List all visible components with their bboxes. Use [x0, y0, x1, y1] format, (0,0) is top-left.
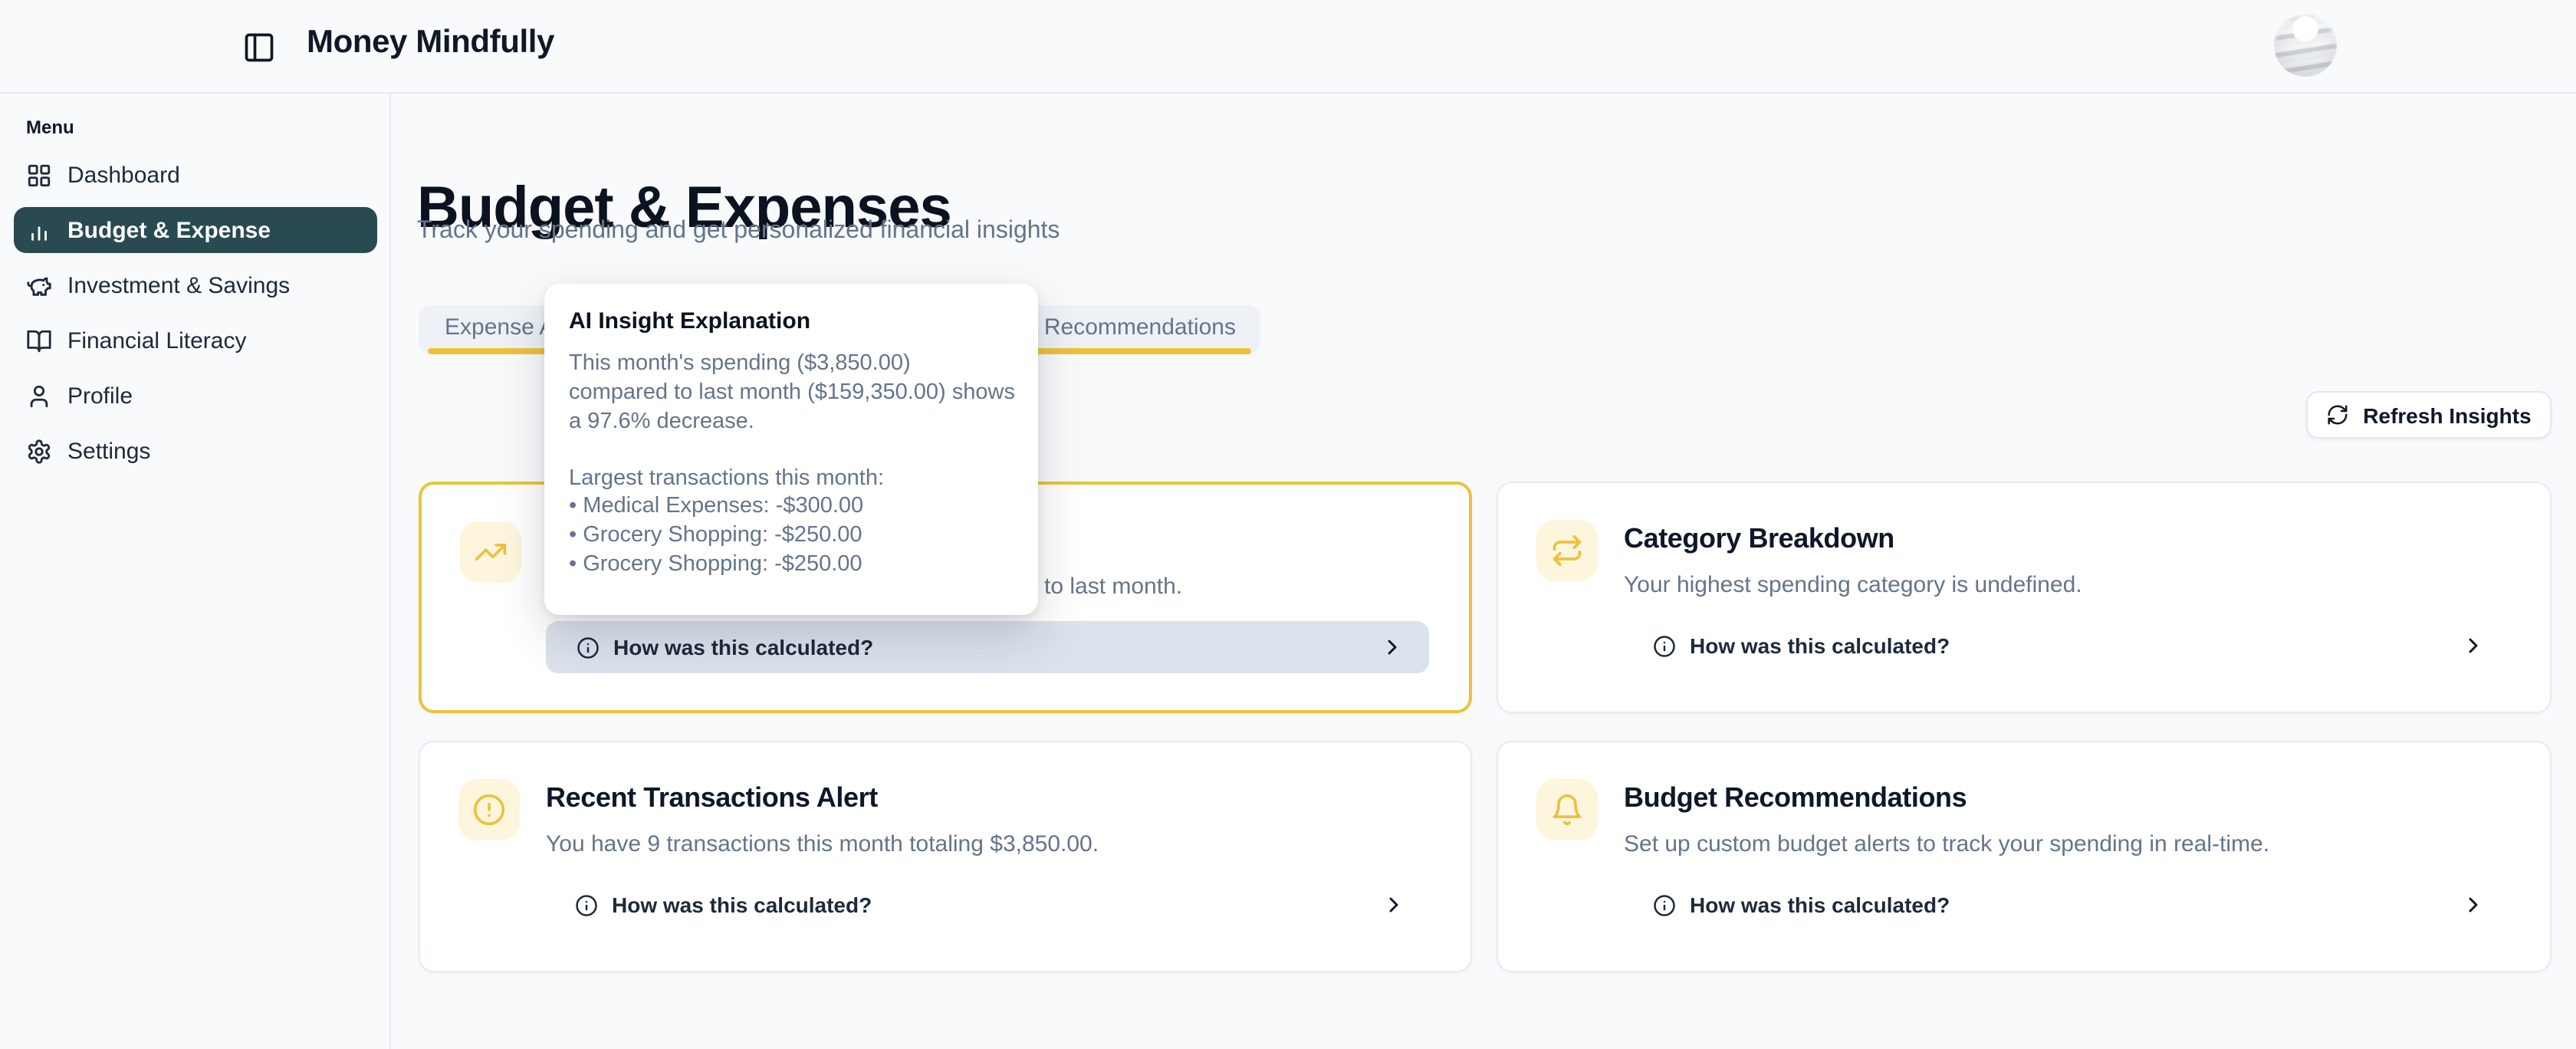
card-description: Your highest spending category is undefi…: [1624, 572, 2082, 598]
card-description: You have 9 transactions this month total…: [546, 831, 1099, 857]
trending-up-icon: [460, 521, 521, 583]
card-budget-recommendations[interactable]: Budget Recommendations Set up custom bud…: [1497, 741, 2551, 972]
how-calculated-label: How was this calculated?: [613, 635, 873, 659]
user-avatar[interactable]: [2274, 14, 2337, 77]
ai-insight-tooltip: AI Insight Explanation This month's spen…: [544, 284, 1038, 615]
sidebar-item-label: Investment & Savings: [67, 272, 290, 298]
book-open-icon: [26, 327, 52, 354]
dashboard-icon: [26, 162, 52, 188]
sidebar-toggle-button[interactable]: [242, 31, 276, 64]
sidebar-item-label: Dashboard: [67, 162, 180, 188]
app-screen: Money Mindfully Menu Dashboard Budget & …: [0, 0, 2576, 1049]
card-category-breakdown[interactable]: Category Breakdown Your highest spending…: [1497, 482, 2551, 713]
sidebar-item-budget-expense[interactable]: Budget & Expense: [14, 207, 377, 253]
top-header: Money Mindfully: [0, 0, 2576, 94]
tooltip-bullet: Grocery Shopping: -$250.00: [569, 551, 1015, 580]
page-subtitle: Track your spending and get personalized…: [417, 218, 1060, 245]
card-title: Budget Recommendations: [1624, 782, 1967, 814]
tooltip-bullet: Grocery Shopping: -$250.00: [569, 521, 1015, 551]
tooltip-section-heading: Largest transactions this month:: [569, 465, 884, 490]
chevron-right-icon: [1380, 635, 1405, 659]
info-icon: [575, 893, 598, 916]
how-calculated-button[interactable]: How was this calculated?: [1622, 879, 2510, 931]
info-icon: [1653, 634, 1676, 657]
sidebar-item-financial-literacy[interactable]: Financial Literacy: [14, 317, 377, 363]
tooltip-transactions: Largest transactions this month: Medical…: [569, 464, 1015, 580]
card-title: Recent Transactions Alert: [546, 782, 878, 814]
refresh-insights-button[interactable]: Refresh Insights: [2306, 391, 2551, 439]
bar-chart-icon: [26, 217, 52, 243]
repeat-icon: [1536, 520, 1598, 581]
info-icon: [577, 636, 600, 659]
panel-left-icon: [242, 31, 276, 64]
sidebar: Menu Dashboard Budget & Expense Investme…: [0, 94, 391, 1049]
gear-icon: [26, 438, 52, 464]
how-calculated-label: How was this calculated?: [1690, 633, 1950, 658]
tooltip-title: AI Insight Explanation: [569, 308, 1015, 334]
sidebar-nav: Dashboard Budget & Expense Investment & …: [0, 152, 391, 483]
card-description-fragment: to last month.: [1044, 574, 1182, 600]
alert-circle-icon: [458, 779, 520, 840]
sidebar-item-label: Budget & Expense: [67, 217, 271, 243]
how-calculated-label: How was this calculated?: [612, 893, 872, 917]
piggy-bank-icon: [26, 272, 52, 298]
refresh-icon: [2326, 403, 2349, 426]
app-title: Money Mindfully: [307, 25, 554, 61]
how-calculated-button[interactable]: How was this calculated?: [546, 621, 1429, 673]
sidebar-item-profile[interactable]: Profile: [14, 373, 377, 419]
info-icon: [1653, 893, 1676, 916]
chevron-right-icon: [2461, 633, 2486, 658]
tooltip-bullet: Medical Expenses: -$300.00: [569, 493, 1015, 522]
sidebar-item-label: Profile: [67, 383, 133, 409]
tooltip-paragraph: This month's spending ($3,850.00) compar…: [569, 350, 1015, 436]
sidebar-item-dashboard[interactable]: Dashboard: [14, 152, 377, 198]
card-description: Set up custom budget alerts to track you…: [1624, 831, 2269, 857]
how-calculated-button[interactable]: How was this calculated?: [544, 879, 1431, 931]
how-calculated-label: How was this calculated?: [1690, 893, 1950, 917]
sidebar-menu-label: Menu: [26, 117, 74, 138]
how-calculated-button[interactable]: How was this calculated?: [1622, 620, 2510, 672]
card-title: Category Breakdown: [1624, 523, 1894, 555]
user-icon: [26, 383, 52, 409]
chevron-right-icon: [2461, 893, 2486, 917]
sidebar-item-settings[interactable]: Settings: [14, 428, 377, 474]
bell-icon: [1536, 779, 1598, 840]
sidebar-item-label: Settings: [67, 438, 150, 464]
card-recent-transactions[interactable]: Recent Transactions Alert You have 9 tra…: [419, 741, 1472, 972]
stage: Money Mindfully Menu Dashboard Budget & …: [0, 0, 2576, 1049]
sidebar-item-investment-savings[interactable]: Investment & Savings: [14, 262, 377, 308]
sidebar-item-label: Financial Literacy: [67, 327, 246, 354]
chevron-right-icon: [1382, 893, 1406, 917]
refresh-insights-label: Refresh Insights: [2363, 403, 2531, 427]
